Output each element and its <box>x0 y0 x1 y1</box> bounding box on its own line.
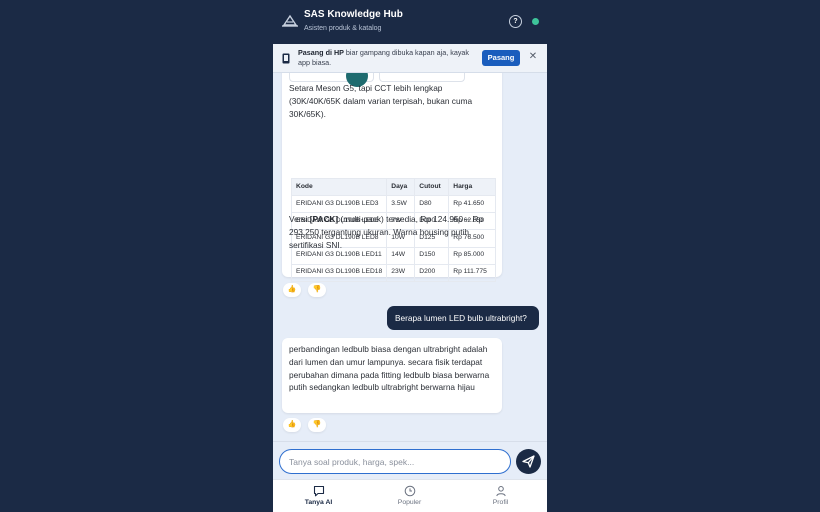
column-header: Kode <box>290 178 388 196</box>
app-title: SAS Knowledge Hub <box>304 9 403 20</box>
table-cell: ERIDANI G3 DL190B LED3 <box>290 194 388 214</box>
bottom-nav: Tanya AI Populer Profil <box>273 479 547 512</box>
thumbs-down-button[interactable]: 👎 <box>308 418 326 432</box>
app-header: SAS Knowledge Hub Asisten produk & katal… <box>273 0 547 44</box>
nav-label: Populer <box>397 499 422 506</box>
nav-label: Profil <box>492 499 509 506</box>
chat-icon <box>313 485 325 497</box>
column-header: Daya <box>386 178 416 196</box>
product-image-card[interactable] <box>289 73 374 87</box>
message-input[interactable] <box>279 449 511 474</box>
help-button[interactable]: ? <box>509 15 522 28</box>
bot-message: Setara Meson G5, tapi CCT lebih lengkap … <box>282 73 502 282</box>
send-icon <box>522 455 535 468</box>
table-row: ERIDANI G3 DL190B LED3 3.5W D80 Rp 41.65… <box>290 194 496 214</box>
thumbs-up-button[interactable]: 👍 <box>283 418 301 432</box>
install-banner-text: Pasang di HP biar gampang dibuka kapan a… <box>298 48 470 67</box>
message-composer <box>273 441 547 479</box>
table-cell: 23W <box>386 263 416 282</box>
nav-item-tanya-ai[interactable]: Tanya AI <box>273 480 364 512</box>
bot-message-text: Setara Meson G5, tapi CCT lebih lengkap … <box>289 83 473 119</box>
install-banner: Pasang di HP biar gampang dibuka kapan a… <box>273 44 547 73</box>
bot-message: perbandingan ledbulb biasa dengan ultrab… <box>282 338 502 413</box>
nav-label: Tanya AI <box>304 499 333 506</box>
logo-icon <box>282 14 298 27</box>
column-header: Harga <box>448 178 496 196</box>
phone-icon <box>282 53 290 64</box>
bot-message-footer: Versi [PACK] (multi-pack) tersedia, Rp 1… <box>289 214 483 250</box>
thumbs-down-button[interactable]: 👎 <box>308 283 326 297</box>
table-cell: D80 <box>414 194 450 214</box>
app-window: SAS Knowledge Hub Asisten produk & katal… <box>273 0 547 512</box>
user-message: Berapa lumen LED bulb ultrabright? <box>387 306 539 330</box>
product-image-card[interactable] <box>379 73 465 82</box>
send-button[interactable] <box>516 449 541 474</box>
table-cell: Rp 111.775 <box>448 263 496 282</box>
nav-item-populer[interactable]: Populer <box>364 480 455 512</box>
column-header: Cutout <box>414 178 450 196</box>
thumbs-up-button[interactable]: 👍 <box>283 283 301 297</box>
close-banner-button[interactable]: ✕ <box>528 51 538 63</box>
chat-thread[interactable]: Setara Meson G5, tapi CCT lebih lengkap … <box>273 73 547 441</box>
install-button[interactable]: Pasang <box>482 50 520 66</box>
table-header-row: Kode Daya Cutout Harga <box>290 178 496 196</box>
table-cell: ERIDANI G3 DL190B LED18 <box>290 263 388 282</box>
bot-message-text: perbandingan ledbulb biasa dengan ultrab… <box>289 344 490 393</box>
table-cell: Rp 41.650 <box>448 194 496 214</box>
user-icon <box>496 486 506 497</box>
table-row: ERIDANI G3 DL190B LED18 23W D200 Rp 111.… <box>290 263 496 282</box>
table-cell: 3.5W <box>386 194 416 214</box>
table-cell: D200 <box>414 263 450 282</box>
app-subtitle: Asisten produk & katalog <box>304 25 382 32</box>
online-status-indicator <box>532 18 539 25</box>
nav-item-profil[interactable]: Profil <box>455 480 546 512</box>
clock-icon <box>404 485 416 497</box>
